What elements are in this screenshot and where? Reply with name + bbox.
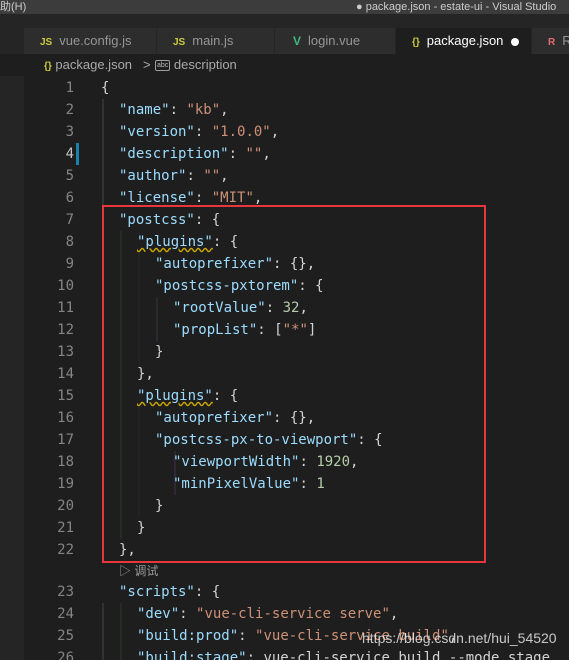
code-text: "name": "kb", — [119, 102, 229, 118]
code-text: "version": "1.0.0", — [119, 124, 280, 140]
string-symbol-icon: abc — [155, 60, 171, 72]
code-line[interactable]: 26 "build:stage": vue-cli-service build -… — [24, 647, 569, 660]
watermark: https://blog.csdn.net/hui_54520 — [362, 630, 557, 646]
readme-file-icon: R — [548, 37, 556, 48]
line-number: 4 — [65, 146, 74, 162]
line-number: 19 — [57, 476, 74, 492]
tab-label: login.vue — [308, 33, 361, 48]
line-number: 21 — [57, 520, 74, 536]
menu-help[interactable]: 助(H) — [0, 0, 26, 14]
breadcrumb: {} package.json > abc description — [0, 54, 569, 76]
line-number: 22 — [57, 542, 74, 558]
code-line[interactable]: 24 "dev": "vue-cli-service serve", — [24, 603, 569, 625]
line-number: 6 — [65, 190, 74, 206]
tab-label: vue.config.js — [59, 33, 132, 48]
vue-file-icon: V — [293, 34, 302, 48]
line-number: 17 — [57, 432, 74, 448]
title-bar: 助(H) ● package.json - estate-ui - Visual… — [0, 0, 569, 14]
line-number: 20 — [57, 498, 74, 514]
tab-vue-config[interactable]: JS vue.config.js — [24, 28, 157, 54]
tab-package-json[interactable]: {} package.json — [396, 28, 532, 54]
line-number: 16 — [57, 410, 74, 426]
breadcrumb-file-label: package.json — [55, 57, 133, 72]
javascript-file-icon: JS — [40, 37, 53, 48]
code-line[interactable]: 2 "name": "kb", — [24, 99, 569, 121]
breadcrumb-symbol[interactable]: abc description — [155, 54, 237, 76]
line-number: 18 — [57, 454, 74, 470]
breadcrumb-separator: > — [143, 57, 151, 72]
tab-label: package.json — [426, 33, 504, 48]
window-title: ● package.json - estate-ui - Visual Stud… — [356, 1, 557, 13]
line-number: 23 — [57, 584, 74, 600]
code-line[interactable]: 1{ — [24, 77, 569, 99]
code-text: "build:stage": vue-cli-service build --m… — [137, 650, 551, 660]
line-number: 13 — [57, 344, 74, 360]
code-text: "dev": "vue-cli-service serve", — [137, 606, 399, 622]
code-text: { — [101, 80, 110, 96]
line-number: 10 — [57, 278, 74, 294]
line-number: 9 — [65, 256, 74, 272]
breadcrumb-symbol-label: description — [173, 57, 237, 72]
javascript-file-icon: JS — [173, 37, 186, 48]
line-number: 24 — [57, 606, 74, 622]
tab-bar: JS vue.config.js JS main.js Vlogin.vue {} p… — [0, 14, 569, 54]
code-line[interactable]: 3 "version": "1.0.0", — [24, 121, 569, 143]
line-number: 15 — [57, 388, 74, 404]
line-number: 1 — [65, 80, 74, 96]
line-number: 26 — [57, 650, 74, 660]
breadcrumb-file[interactable]: {} package.json — [44, 54, 132, 78]
code-text: "scripts": { — [119, 584, 221, 600]
debug-codelens[interactable]: ▷ 调试 — [24, 561, 569, 581]
code-line[interactable]: 23 "scripts": { — [24, 581, 569, 603]
highlight-box — [102, 205, 486, 563]
line-number: 7 — [65, 212, 74, 228]
tab-readme[interactable]: RR — [532, 28, 569, 54]
tab-label: main.js — [192, 33, 234, 48]
code-line[interactable]: 4 "description": "", — [24, 143, 569, 165]
line-number: 2 — [65, 102, 74, 118]
line-number: 25 — [57, 628, 74, 644]
json-file-icon: {} — [412, 37, 420, 48]
line-number: 5 — [65, 168, 74, 184]
unsaved-dot-icon[interactable] — [511, 37, 520, 46]
line-number: 8 — [65, 234, 74, 250]
explorer-edge — [0, 54, 24, 660]
tab-label: R — [562, 33, 569, 48]
tab-login-vue[interactable]: Vlogin.vue — [275, 28, 396, 54]
code-text: "author": "", — [119, 168, 229, 184]
line-number: 3 — [65, 124, 74, 140]
modified-line-marker — [76, 143, 79, 165]
tab-main-js[interactable]: JS main.js — [157, 28, 275, 54]
line-number: 11 — [57, 300, 74, 316]
code-text: "description": "", — [119, 146, 271, 162]
json-file-icon: {} — [44, 61, 52, 72]
debug-codelens-label: ▷ 调试 — [119, 564, 159, 578]
line-number: 12 — [57, 322, 74, 338]
line-number: 14 — [57, 366, 74, 382]
code-line[interactable]: 5 "author": "", — [24, 165, 569, 187]
